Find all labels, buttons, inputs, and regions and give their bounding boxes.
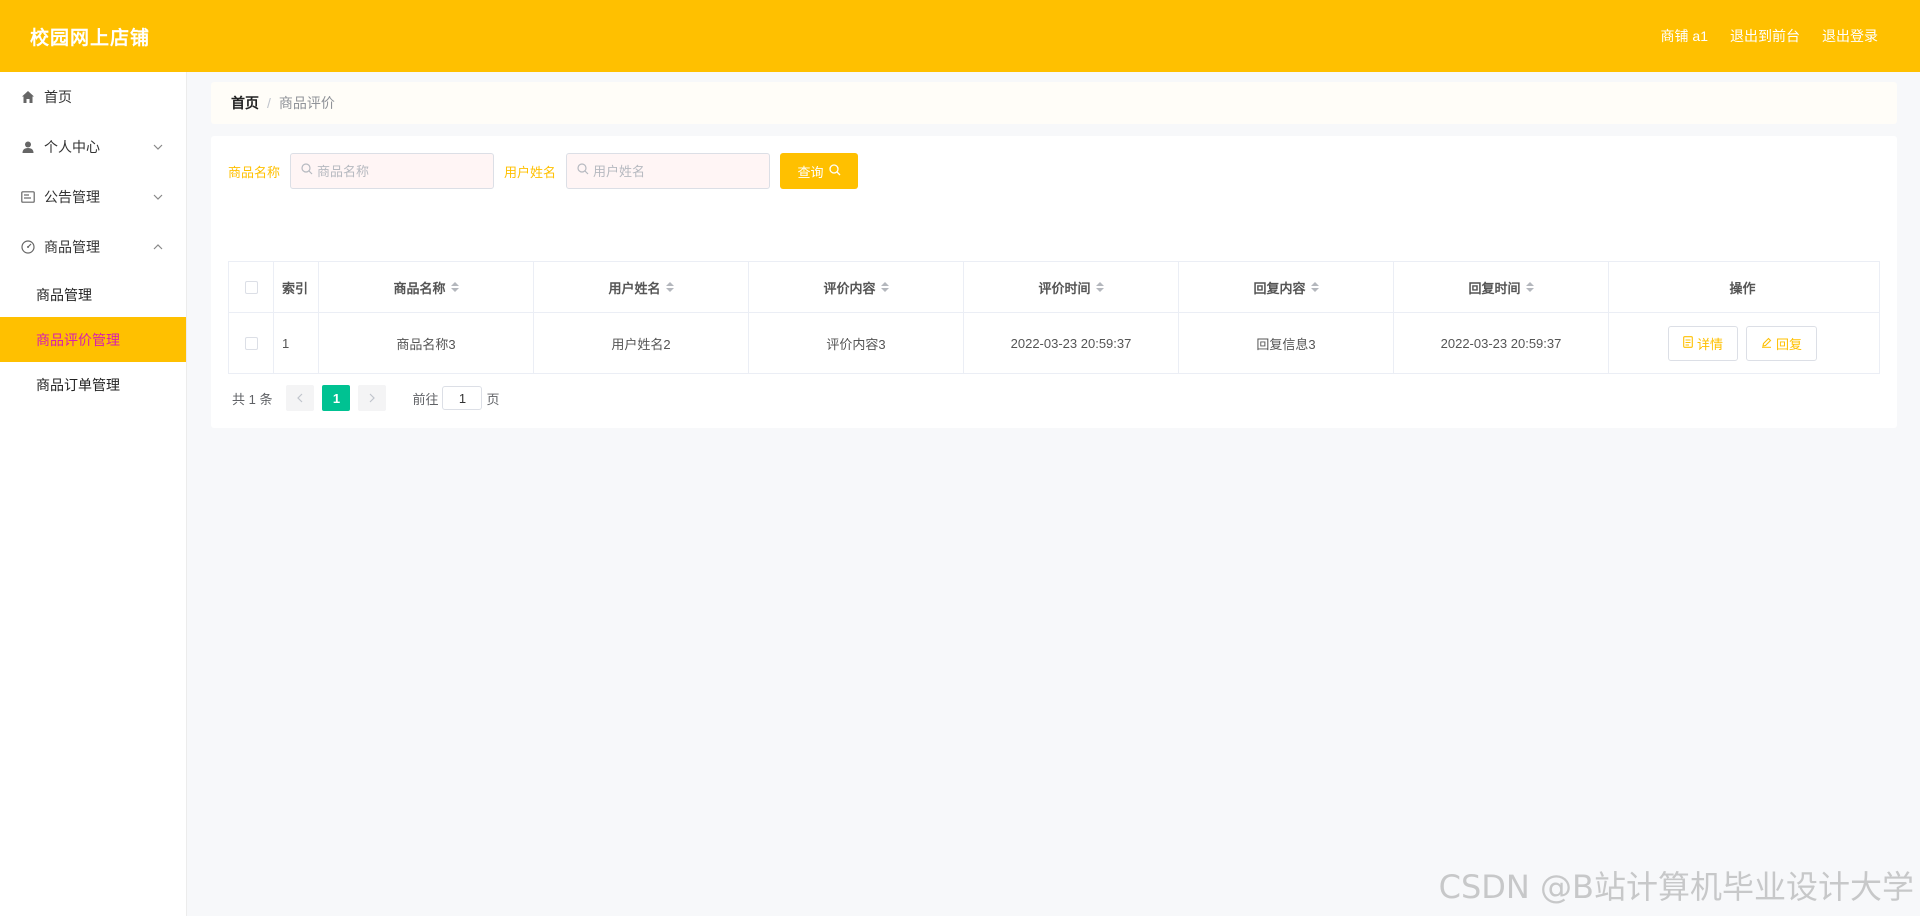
cell-reply-content: 回复信息3: [1179, 313, 1394, 373]
sidebar-item-product-management[interactable]: 商品管理: [0, 222, 186, 272]
sort-icon[interactable]: [880, 282, 889, 292]
user-icon: [20, 139, 36, 155]
header-user-name[interactable]: 用户姓名: [534, 262, 749, 312]
document-icon: [1683, 335, 1693, 351]
sidebar-subitem-review-management[interactable]: 商品评价管理: [0, 317, 186, 362]
page-jumper: 前往 页: [412, 386, 500, 410]
product-name-input[interactable]: [317, 163, 488, 179]
home-icon: [20, 89, 36, 105]
detail-button-label: 详情: [1696, 336, 1723, 352]
reply-button[interactable]: 回复: [1746, 325, 1818, 361]
sort-icon[interactable]: [1095, 282, 1104, 292]
sidebar-item-label: 商品管理: [44, 239, 100, 255]
cell-reply-time: 2022-03-23 20:59:37: [1394, 313, 1609, 373]
exit-to-frontend-link[interactable]: 退出到前台: [1730, 26, 1800, 46]
header-label: 商品名称: [393, 280, 446, 296]
header-actions: 操作: [1729, 280, 1756, 296]
cell-user-name: 用户姓名2: [534, 313, 749, 373]
notice-icon: [20, 189, 36, 205]
row-select-cell: [229, 313, 274, 373]
header-label: 回复内容: [1253, 280, 1306, 296]
header-index: 索引: [274, 262, 319, 312]
sidebar-subitem-order-management[interactable]: 商品订单管理: [0, 362, 186, 407]
chevron-down-icon: [150, 139, 166, 155]
sidebar-item-home[interactable]: 首页: [0, 72, 186, 122]
header-product-name[interactable]: 商品名称: [319, 262, 534, 312]
page-jumper-suffix: 页: [486, 391, 500, 407]
header-label: 用户姓名: [608, 280, 661, 296]
content-card: 商品名称 用户姓名 查询 索引 商品名称: [211, 136, 1897, 428]
chevron-left-icon: [297, 391, 303, 406]
product-name-field[interactable]: [290, 153, 495, 189]
header-review-time[interactable]: 评价时间: [964, 262, 1179, 312]
sort-icon[interactable]: [1310, 282, 1319, 292]
header-reply-content[interactable]: 回复内容: [1179, 262, 1394, 312]
breadcrumb-home[interactable]: 首页: [231, 93, 259, 113]
select-all-cell: [229, 262, 274, 312]
user-name-input[interactable]: [593, 163, 764, 179]
shop-account-link[interactable]: 商铺 a1: [1661, 26, 1708, 46]
breadcrumb: 首页 / 商品评价: [211, 82, 1897, 124]
watermark: CSDN @B站计算机毕业设计大学: [1438, 868, 1914, 906]
brand-title: 校园网上店铺: [30, 27, 151, 49]
search-icon: [577, 162, 589, 180]
sidebar-item-label: 公告管理: [44, 189, 100, 205]
pagination-total: 共 1 条: [232, 391, 273, 407]
review-table: 索引 商品名称 用户姓名 评价内容 评价时间 回复内容 回复时间 操作 1 商品…: [228, 261, 1880, 374]
page-number-button[interactable]: 1: [322, 385, 351, 411]
header-reply-time[interactable]: 回复时间: [1394, 262, 1609, 312]
query-button-label: 查询: [797, 164, 824, 180]
cell-review-content: 评价内容3: [749, 313, 964, 373]
page-jumper-input[interactable]: [442, 386, 483, 410]
query-button[interactable]: 查询: [780, 153, 859, 189]
chevron-right-icon: [369, 391, 376, 406]
search-form: 商品名称 用户姓名 查询: [228, 153, 859, 189]
search-icon: [301, 162, 313, 180]
sort-icon[interactable]: [450, 282, 459, 292]
search-icon: [828, 163, 841, 179]
chevron-up-icon: [150, 239, 166, 255]
prev-page-button[interactable]: [286, 385, 315, 411]
next-page-button[interactable]: [358, 385, 387, 411]
cell-review-time: 2022-03-23 20:59:37: [964, 313, 1179, 373]
user-name-label: 用户姓名: [504, 164, 557, 180]
cell-actions: 详情 回复: [1609, 313, 1876, 373]
reply-button-label: 回复: [1776, 336, 1803, 352]
page-jumper-prefix: 前往: [412, 391, 439, 407]
header-label: 评价内容: [823, 280, 876, 296]
sidebar-subitem-product-management[interactable]: 商品管理: [0, 272, 186, 317]
row-checkbox[interactable]: [244, 336, 258, 350]
sidebar: 首页 个人中心 公告管理 商品管理 商品管理 商品评价管理 商品订单管理: [0, 72, 187, 916]
sidebar-item-personal-center[interactable]: 个人中心: [0, 122, 186, 172]
header-links: 商铺 a1 退出到前台 退出登录: [1661, 26, 1878, 46]
header-label: 评价时间: [1038, 280, 1091, 296]
sidebar-item-label: 个人中心: [44, 139, 100, 155]
sidebar-item-label: 首页: [44, 89, 72, 105]
dashboard-icon: [20, 239, 36, 255]
table-header: 索引 商品名称 用户姓名 评价内容 评价时间 回复内容 回复时间 操作: [229, 262, 1879, 312]
header-label: 回复时间: [1468, 280, 1521, 296]
sort-icon[interactable]: [665, 282, 674, 292]
edit-icon: [1761, 336, 1772, 351]
logout-link[interactable]: 退出登录: [1822, 26, 1878, 46]
pagination: 共 1 条 1 前往 页: [232, 384, 500, 412]
breadcrumb-separator: /: [267, 95, 271, 111]
chevron-down-icon: [150, 189, 166, 205]
user-name-field[interactable]: [566, 153, 771, 189]
top-header: 校园网上店铺 商铺 a1 退出到前台 退出登录: [0, 0, 1920, 72]
cell-product-name: 商品名称3: [319, 313, 534, 373]
table-row: 1 商品名称3 用户姓名2 评价内容3 2022-03-23 20:59:37 …: [229, 312, 1879, 373]
sidebar-item-notice-management[interactable]: 公告管理: [0, 172, 186, 222]
select-all-checkbox[interactable]: [244, 280, 258, 294]
cell-index: 1: [274, 313, 319, 373]
product-name-label: 商品名称: [228, 164, 281, 180]
sort-icon[interactable]: [1525, 282, 1534, 292]
header-review-content[interactable]: 评价内容: [749, 262, 964, 312]
breadcrumb-current: 商品评价: [278, 95, 335, 111]
detail-button[interactable]: 详情: [1667, 325, 1738, 361]
